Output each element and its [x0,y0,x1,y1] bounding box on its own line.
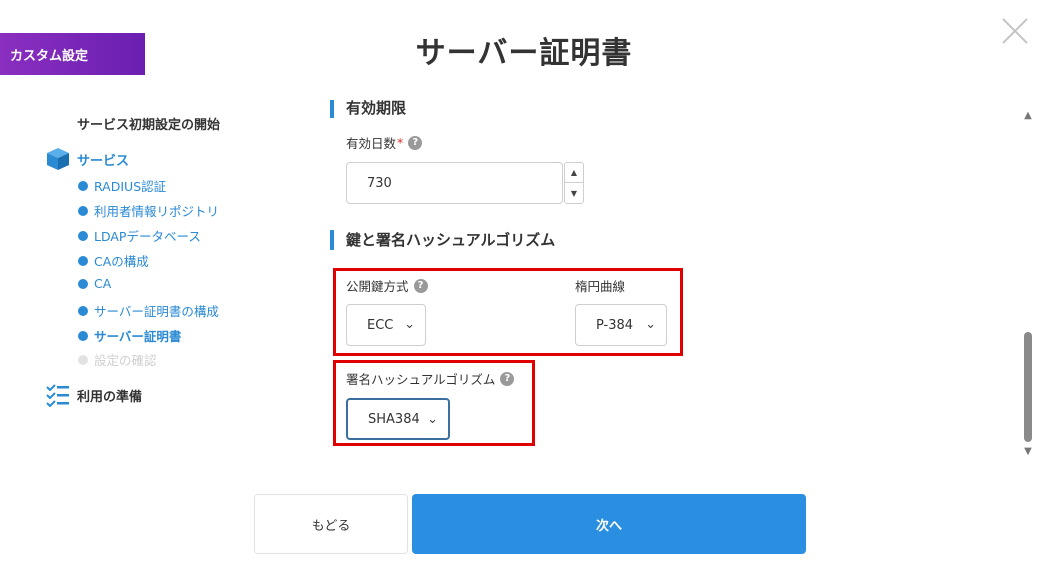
sidebar-item-ca-config[interactable]: CAの構成 [78,251,149,270]
back-button[interactable]: もどる [254,494,408,554]
dot-icon [78,230,88,241]
sidebar-item-radius[interactable]: RADIUS認証 [78,176,166,195]
sidebar-item-label: 利用者情報リポジトリ [94,204,220,219]
dot-icon [78,330,88,341]
validity-days-label: 有効日数 * ? [346,133,423,152]
sidebar-start-label[interactable]: サービス初期設定の開始 [77,114,220,133]
sidebar-item-label: サーバー証明書の構成 [94,304,219,319]
validity-days-input[interactable]: 730 [346,162,563,204]
close-icon[interactable] [998,14,1032,48]
highlight-box-hash [333,360,535,446]
sidebar-item-server-cert[interactable]: サーバー証明書 [78,326,181,345]
sidebar-item-label: LDAPデータベース [94,229,201,244]
sidebar-item-user-repo[interactable]: 利用者情報リポジトリ [78,201,219,220]
scroll-down-icon[interactable]: ▼ [1021,446,1035,460]
next-button[interactable]: 次へ [412,494,806,554]
sidebar-item-label: RADIUS認証 [94,179,167,194]
sidebar-item-label: 設定の確認 [94,353,157,368]
sidebar-group-label: 利用の準備 [77,389,143,405]
stepper-up-icon[interactable]: ▲ [565,163,583,183]
highlight-box-key [333,268,683,356]
sidebar-item-ca[interactable]: CA [78,276,111,291]
sidebar-group-prep[interactable]: 利用の準備 [45,382,142,408]
dot-icon [78,180,88,191]
sidebar-item-server-cert-config[interactable]: サーバー証明書の構成 [78,301,219,320]
dot-icon [78,278,88,289]
help-icon[interactable]: ? [408,135,423,150]
dot-icon [78,354,88,365]
dot-icon [78,305,88,316]
sidebar-group-label: サービス [77,153,130,169]
checklist-icon [46,384,69,408]
scrollbar-thumb[interactable] [1024,332,1032,442]
scroll-up-icon[interactable]: ▲ [1021,110,1035,124]
dot-icon [78,205,88,216]
sidebar-item-ldap[interactable]: LDAPデータベース [78,226,201,245]
stepper-down-icon[interactable]: ▼ [565,183,583,203]
section-title-key: 鍵と署名ハッシュアルゴリズム [330,230,555,250]
validity-days-stepper[interactable]: ▲ ▼ [564,162,584,204]
sidebar-item-confirm: 設定の確認 [78,350,157,369]
section-title-validity: 有効期限 [330,100,406,118]
dot-icon [78,255,88,266]
sidebar-item-label: サーバー証明書 [94,329,182,344]
sidebar-item-label: CAの構成 [94,254,149,269]
page-title: サーバー証明書 [415,36,633,71]
sidebar-group-service[interactable]: サービス [45,146,129,172]
cube-icon [47,148,69,170]
sidebar-item-label: CA [94,276,112,291]
